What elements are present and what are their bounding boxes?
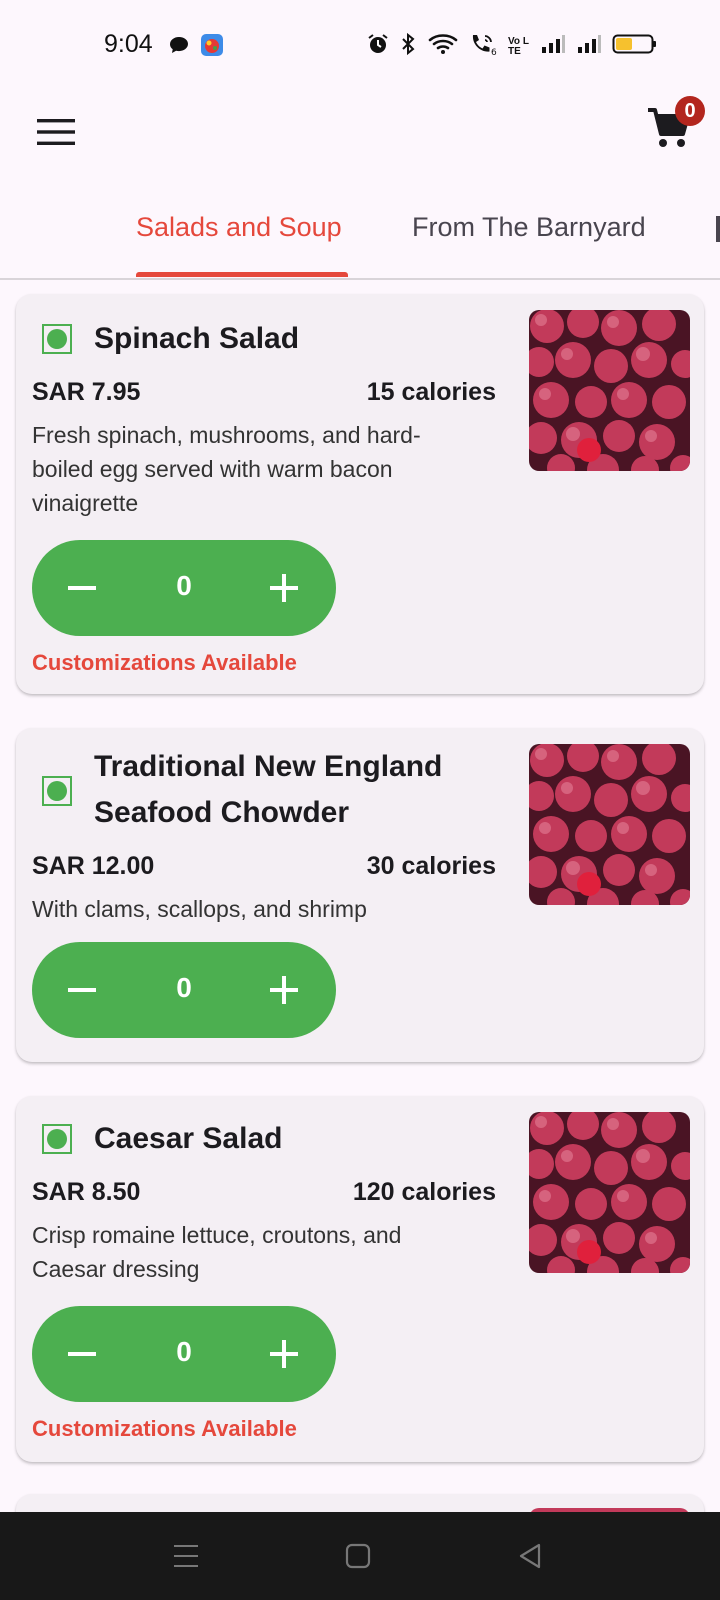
decrease-button[interactable] xyxy=(58,966,106,1014)
battery-icon xyxy=(612,32,658,61)
hamburger-icon xyxy=(37,119,75,145)
decrease-button[interactable] xyxy=(58,1330,106,1378)
veg-indicator-icon xyxy=(42,776,72,806)
quantity-stepper: 0 xyxy=(32,1306,336,1402)
quantity-value: 0 xyxy=(176,972,192,1003)
tab-next-partial[interactable] xyxy=(716,216,720,242)
item-calories: 120 calories xyxy=(352,1178,496,1206)
minus-icon xyxy=(68,586,96,590)
item-description: Fresh spinach, mushrooms, and hard-boile… xyxy=(32,422,421,516)
cart-count-badge: 0 xyxy=(675,96,705,126)
bluetooth-icon xyxy=(400,32,418,61)
item-description: Crisp romaine lettuce, croutons, and Cae… xyxy=(32,1222,402,1282)
item-image xyxy=(529,310,690,471)
decrease-button[interactable] xyxy=(58,564,106,612)
volte-icon: Vo LTE xyxy=(508,35,530,57)
minus-icon xyxy=(68,988,96,992)
wifi-calling-icon: 6 xyxy=(468,32,498,61)
item-price: SAR 8.50 xyxy=(32,1178,141,1206)
item-name: Caesar Salad xyxy=(94,1122,283,1155)
chat-icon xyxy=(168,34,190,61)
signal-icon xyxy=(576,32,602,61)
quantity-value: 0 xyxy=(176,1336,192,1367)
menu-lines-icon xyxy=(174,1545,198,1567)
increase-button[interactable] xyxy=(260,1330,308,1378)
wifi-icon xyxy=(428,32,458,61)
plus-icon xyxy=(270,976,298,1004)
volte-label: Vo LTE xyxy=(508,35,529,57)
app-bar xyxy=(0,92,720,192)
tab-indicator xyxy=(136,272,348,277)
menu-button[interactable] xyxy=(34,110,78,154)
plus-icon xyxy=(270,574,298,602)
home-square-icon xyxy=(345,1543,371,1569)
veg-indicator-icon xyxy=(42,324,72,354)
item-price: SAR 12.00 xyxy=(32,852,155,880)
svg-text:6: 6 xyxy=(491,48,497,56)
category-tabs: Salads and Soup From The Barnyard xyxy=(0,192,720,280)
menu-item-card: Spinach Salad SAR 7.95 15 calories Fresh… xyxy=(16,294,704,694)
increase-button[interactable] xyxy=(260,564,308,612)
app-icon xyxy=(200,33,224,62)
customizations-label[interactable]: Customizations Available xyxy=(32,1416,297,1442)
item-description: With clams, scallops, and shrimp xyxy=(32,896,367,922)
tab-salads-and-soup[interactable]: Salads and Soup xyxy=(136,212,342,243)
plus-icon xyxy=(270,1340,298,1368)
quantity-stepper: 0 xyxy=(32,942,336,1038)
alarm-icon xyxy=(366,32,390,61)
quantity-stepper: 0 xyxy=(32,540,336,636)
increase-button[interactable] xyxy=(260,966,308,1014)
customizations-label[interactable]: Customizations Available xyxy=(32,650,297,676)
system-navigation-bar xyxy=(0,1512,720,1600)
item-calories: 30 calories xyxy=(366,852,496,880)
status-bar: 9:04 6 Vo LTE xyxy=(0,0,720,92)
back-triangle-icon xyxy=(519,1543,541,1569)
item-price: SAR 7.95 xyxy=(32,378,141,406)
menu-item-card: Caesar Salad SAR 8.50 120 calories Crisp… xyxy=(16,1096,704,1462)
minus-icon xyxy=(68,1352,96,1356)
home-button[interactable] xyxy=(336,1534,380,1578)
signal-icon xyxy=(540,32,566,61)
item-image xyxy=(529,744,690,905)
status-time: 9:04 xyxy=(104,30,153,58)
recent-apps-button[interactable] xyxy=(164,1534,208,1578)
quantity-value: 0 xyxy=(176,570,192,601)
item-name: Spinach Salad xyxy=(94,322,300,355)
item-name: Traditional New England Seafood Chowder xyxy=(94,750,443,829)
menu-item-card: Traditional New England Seafood Chowder … xyxy=(16,728,704,1062)
item-image xyxy=(529,1112,690,1273)
tab-from-the-barnyard[interactable]: From The Barnyard xyxy=(412,212,646,243)
item-calories: 15 calories xyxy=(366,378,496,406)
veg-indicator-icon xyxy=(42,1124,72,1154)
back-button[interactable] xyxy=(508,1534,552,1578)
